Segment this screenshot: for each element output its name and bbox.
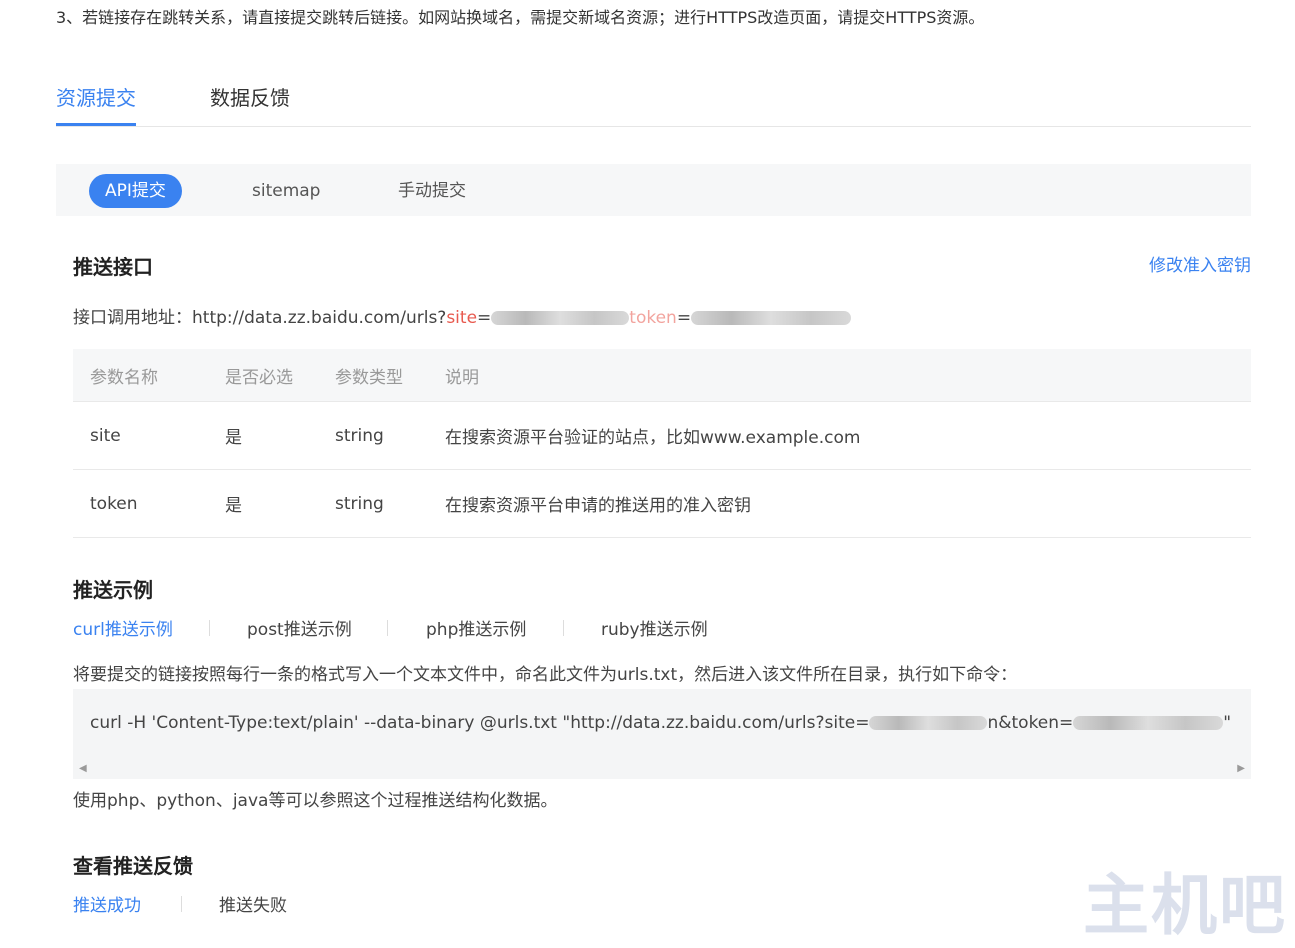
tab-divider [387, 620, 388, 636]
submission-note: 3、若链接存在跳转关系，请直接提交跳转后链接。如网站换域名，需提交新域名资源；进… [56, 8, 985, 27]
col-param-type: 参数类型 [335, 349, 445, 402]
scroll-left-arrow-icon[interactable]: ◀ [79, 763, 87, 774]
tab-data-feedback[interactable]: 数据反馈 [210, 82, 290, 123]
cell-param-name: site [73, 401, 225, 470]
col-description: 说明 [445, 349, 1251, 402]
tab-post-example[interactable]: post推送示例 [247, 615, 352, 640]
tab-divider [181, 896, 182, 912]
tab-ruby-example[interactable]: ruby推送示例 [601, 615, 708, 640]
curl-command: curl -H 'Content-Type:text/plain' --data… [90, 713, 1231, 733]
cell-required: 是 [225, 469, 335, 538]
redacted-token [691, 311, 852, 325]
redacted-site [869, 716, 988, 730]
code-part: curl -H 'Content-Type:text/plain' --data… [90, 713, 870, 733]
api-address: 接口调用地址：http://data.zz.baidu.com/urls?sit… [73, 303, 852, 328]
horizontal-scrollbar[interactable]: ◀ ▶ [73, 759, 1251, 779]
watermark-logo: 主机吧 [1083, 866, 1287, 944]
submit-method-tabs: API提交 sitemap 手动提交 [56, 164, 1251, 216]
tab-resource-submit[interactable]: 资源提交 [56, 82, 136, 126]
push-api-title: 推送接口 [73, 255, 153, 279]
cell-param-name: token [73, 469, 225, 538]
scroll-right-arrow-icon[interactable]: ▶ [1237, 763, 1245, 774]
code-part: " [1223, 713, 1232, 733]
table-row: token 是 string 在搜索资源平台申请的推送用的准入密钥 [73, 469, 1251, 538]
redacted-site [491, 311, 630, 325]
tab-curl-example[interactable]: curl推送示例 [73, 615, 173, 640]
equals-sign: = [676, 308, 692, 328]
col-param-name: 参数名称 [73, 349, 225, 402]
tab-divider [563, 620, 564, 636]
edit-access-key-link[interactable]: 修改准入密钥 [1149, 251, 1251, 276]
push-example-title: 推送示例 [73, 578, 153, 602]
token-param: token [629, 308, 677, 328]
cell-param-type: string [335, 401, 445, 470]
table-row: site 是 string 在搜索资源平台验证的站点，比如www.example… [73, 401, 1251, 470]
api-address-label: 接口调用地址： [73, 308, 192, 328]
code-part: n&token= [987, 713, 1074, 733]
tab-api-submit[interactable]: API提交 [89, 174, 182, 208]
cell-description: 在搜索资源平台验证的站点，比如www.example.com [445, 401, 1251, 470]
redacted-token [1073, 716, 1224, 730]
code-block: curl -H 'Content-Type:text/plain' --data… [73, 689, 1251, 779]
cell-param-type: string [335, 469, 445, 538]
tab-divider [209, 620, 210, 636]
api-address-prefix: http://data.zz.baidu.com/urls? [192, 308, 447, 328]
tab-push-failure[interactable]: 推送失败 [219, 891, 287, 916]
push-feedback-title: 查看推送反馈 [73, 854, 193, 878]
cell-description: 在搜索资源平台申请的推送用的准入密钥 [445, 469, 1251, 538]
example-footer-note: 使用php、python、java等可以参照这个过程推送结构化数据。 [73, 791, 558, 811]
main-tabs: 资源提交 数据反馈 [56, 74, 1251, 127]
equals-sign: = [477, 308, 492, 328]
site-param: site [446, 308, 478, 328]
cell-required: 是 [225, 401, 335, 470]
example-instruction: 将要提交的链接按照每行一条的格式写入一个文本文件中，命名此文件为urls.txt… [73, 665, 1018, 685]
col-required: 是否必选 [225, 349, 335, 402]
tab-sitemap[interactable]: sitemap [252, 174, 320, 208]
table-header-row: 参数名称 是否必选 参数类型 说明 [73, 349, 1251, 402]
param-table: 参数名称 是否必选 参数类型 说明 site 是 string 在搜索资源平台验… [73, 349, 1251, 538]
tab-push-success[interactable]: 推送成功 [73, 891, 141, 916]
tab-manual-submit[interactable]: 手动提交 [398, 174, 466, 208]
tab-php-example[interactable]: php推送示例 [426, 615, 526, 640]
